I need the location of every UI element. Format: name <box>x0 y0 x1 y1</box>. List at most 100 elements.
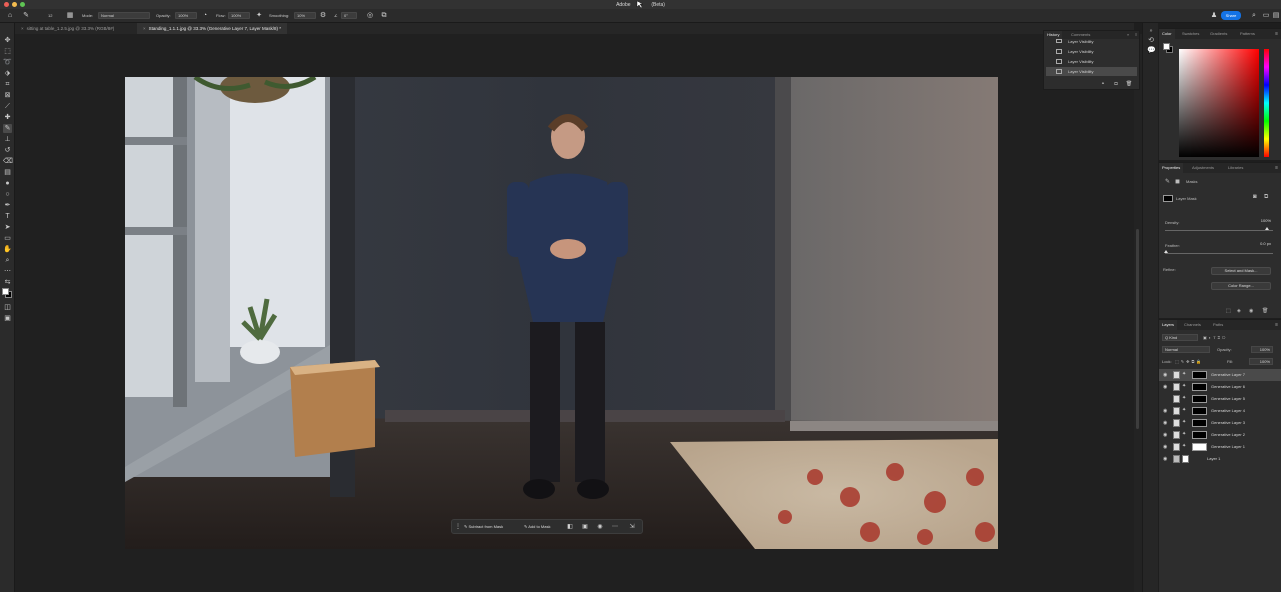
more-tools-icon[interactable]: ⋯ <box>3 267 12 276</box>
symmetry-icon[interactable]: ⧉ <box>380 12 388 20</box>
brush-tool-icon[interactable]: ✎ <box>22 12 30 20</box>
gradient-tool-icon[interactable]: ▤ <box>3 168 12 177</box>
layer-mask-thumbnail[interactable] <box>1192 431 1207 439</box>
history-state[interactable]: Layer Visibility <box>1046 67 1137 76</box>
layer-mask-thumbnail[interactable] <box>1192 407 1207 415</box>
pin-bar-icon[interactable]: ⇲ <box>628 523 636 531</box>
swap-colors-icon[interactable]: ⇆ <box>3 278 12 287</box>
select-and-mask-button[interactable]: Select and Mask... <box>1211 267 1271 275</box>
tab-standing[interactable]: × Standing_1.1.1.jpg @ 33.3% (Generative … <box>137 23 288 34</box>
layer-row[interactable]: ◉ ✦ Generative Layer 1 <box>1159 441 1281 453</box>
collapse-icon[interactable]: » <box>1147 27 1155 35</box>
layer-name[interactable]: Layer 1 <box>1207 456 1220 461</box>
layer-row[interactable]: ✦ Generative Layer 5 <box>1159 393 1281 405</box>
panel-menu-icon[interactable]: ≡ <box>1275 322 1278 328</box>
mask-visibility-icon[interactable]: ◉ <box>596 523 604 531</box>
visibility-eye-icon[interactable]: ◉ <box>1163 432 1167 438</box>
layer-filter-icons[interactable]: ▣◐T⌗⎔ <box>1203 335 1227 340</box>
search-icon[interactable]: ⌕ <box>1250 12 1258 20</box>
lasso-tool-icon[interactable]: ➰ <box>3 58 12 67</box>
hue-slider[interactable] <box>1264 49 1269 157</box>
path-selection-tool-icon[interactable]: ➤ <box>3 223 12 232</box>
apply-mask-icon[interactable]: ◈ <box>1237 308 1241 314</box>
hand-tool-icon[interactable]: ✋ <box>3 245 12 254</box>
visibility-eye-icon[interactable]: ◉ <box>1163 384 1167 390</box>
foreground-color-swatch[interactable] <box>2 288 9 295</box>
layer-mask-thumbnail[interactable] <box>1192 383 1207 391</box>
vector-mask-icon[interactable]: ◼ <box>1175 178 1180 185</box>
layer-row[interactable]: ◉ ✦ Generative Layer 7 <box>1159 369 1281 381</box>
marquee-tool-icon[interactable]: ⬚ <box>3 47 12 56</box>
layer-row[interactable]: ◉ ✦ Generative Layer 2 <box>1159 429 1281 441</box>
close-tab-icon[interactable]: × <box>143 23 146 34</box>
feather-slider[interactable] <box>1165 253 1273 254</box>
history-state[interactable]: Layer Visibility <box>1046 39 1137 45</box>
visibility-eye-icon[interactable]: ◉ <box>1163 444 1167 450</box>
panel-menu-icon[interactable]: ≡ <box>1275 165 1278 171</box>
tab-swatches[interactable]: Swatches <box>1179 29 1202 39</box>
fill-input[interactable]: 100% <box>1249 358 1273 365</box>
more-options-icon[interactable]: ⋯ <box>611 523 619 531</box>
type-tool-icon[interactable]: T <box>3 212 12 221</box>
drag-handle-icon[interactable]: ⋮ <box>454 523 462 531</box>
comments-panel-icon[interactable]: 💬 <box>1147 47 1156 55</box>
eraser-tool-icon[interactable]: ⌫ <box>3 157 13 166</box>
tab-libraries[interactable]: Libraries <box>1225 163 1246 173</box>
density-slider[interactable] <box>1165 230 1273 231</box>
smoothing-input[interactable]: 10% <box>294 12 316 19</box>
airbrush-icon[interactable]: ✦ <box>255 12 263 20</box>
share-button[interactable]: Share <box>1221 11 1241 20</box>
tab-sitting-at-table[interactable]: × sitting at table_1.2.5.jpg @ 33.3% (RGB… <box>15 23 120 34</box>
density-input[interactable]: 100% <box>1239 218 1273 225</box>
rectangle-tool-icon[interactable]: ▭ <box>3 234 12 243</box>
layer-mask-thumbnail[interactable] <box>1192 371 1207 379</box>
screen-mode-icon[interactable]: ▣ <box>3 314 12 323</box>
eyedropper-tool-icon[interactable]: ⟋ <box>3 102 12 111</box>
collapse-panel-icon[interactable]: » <box>1124 31 1132 39</box>
load-selection-icon[interactable]: ⬚ <box>1226 308 1231 314</box>
layer-name[interactable]: Generative Layer 5 <box>1211 396 1245 401</box>
tab-layers[interactable]: Layers <box>1159 320 1178 330</box>
invert-mask-icon[interactable]: ◧ <box>566 523 574 531</box>
canvas-area[interactable] <box>15 34 1134 592</box>
tab-adjustments[interactable]: Adjustments <box>1189 163 1217 173</box>
lock-icons[interactable]: ⬚✎✥⧉🔒 <box>1175 359 1203 364</box>
tab-history[interactable]: History <box>1044 31 1063 39</box>
foreground-color-chip[interactable] <box>1163 43 1170 50</box>
brush-panel-icon[interactable]: ▦ <box>66 12 74 20</box>
tab-comments[interactable]: Comments <box>1068 31 1093 39</box>
opacity-input[interactable]: 100% <box>175 12 197 19</box>
layer-mask-thumbnail[interactable] <box>1192 419 1207 427</box>
select-pixel-mask-icon[interactable]: ◙ <box>1253 194 1257 200</box>
feather-slider-knob[interactable] <box>1164 250 1168 253</box>
gear-icon[interactable]: ⚙ <box>319 12 327 20</box>
trash-icon[interactable]: 🗑 <box>1125 80 1133 88</box>
density-slider-knob[interactable] <box>1265 227 1269 230</box>
layer-opacity-input[interactable]: 100% <box>1251 346 1273 353</box>
mode-select[interactable]: Normal <box>98 12 150 19</box>
tab-paths[interactable]: Paths <box>1210 320 1226 330</box>
dodge-tool-icon[interactable]: ○ <box>3 190 12 199</box>
layer-mask-thumbnail[interactable] <box>1192 395 1207 403</box>
blur-tool-icon[interactable]: ● <box>3 179 12 188</box>
add-to-mask-button[interactable]: ✎ Add to Mask <box>524 523 550 531</box>
visibility-eye-icon[interactable]: ◉ <box>1163 420 1167 426</box>
history-panel-icon[interactable]: ⟲ <box>1147 37 1155 45</box>
zoom-tool-icon[interactable]: ⌕ <box>3 256 12 265</box>
add-vector-mask-icon[interactable]: ⧉ <box>1264 194 1268 201</box>
document-photo[interactable] <box>125 77 998 549</box>
layer-row[interactable]: ◉ Layer 1 <box>1159 453 1281 465</box>
layer-row[interactable]: ◉ ✦ Generative Layer 6 <box>1159 381 1281 393</box>
workspace-icon[interactable]: ▭ <box>1262 12 1270 20</box>
delete-mask-icon[interactable]: 🗑 <box>1262 308 1268 314</box>
brush-size[interactable]: 12 <box>48 13 52 18</box>
brush-tool-icon[interactable]: ✎ <box>3 124 12 133</box>
move-tool-icon[interactable]: ✥ <box>3 36 12 45</box>
angle-input[interactable]: 0° <box>341 12 357 19</box>
new-snapshot-icon[interactable]: ◘ <box>1112 80 1120 88</box>
layer-name[interactable]: Generative Layer 3 <box>1211 420 1245 425</box>
crop-tool-icon[interactable]: ⌗ <box>3 80 12 89</box>
history-brush-tool-icon[interactable]: ↺ <box>3 146 12 155</box>
layer-row[interactable]: ◉ ✦ Generative Layer 4 <box>1159 405 1281 417</box>
arrange-icon[interactable]: ▤ <box>1272 12 1280 20</box>
